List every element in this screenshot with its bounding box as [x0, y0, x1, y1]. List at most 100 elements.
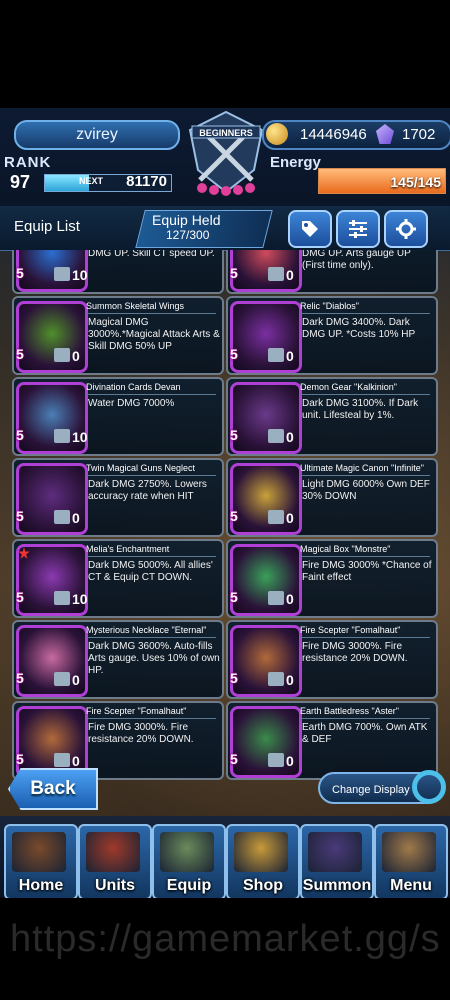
rarity-star: 5 — [230, 427, 238, 443]
equip-held-value: 127/300 — [166, 228, 210, 242]
rarity-star: 5 — [16, 670, 24, 686]
equipment-description: Dark DMG 3400%. Dark DMG UP. *Costs 10% … — [302, 317, 416, 340]
nav-label: Home — [18, 877, 64, 894]
equipment-name: Mysterious Necklace "Eternal" — [86, 625, 216, 638]
item-count: 0 — [286, 672, 294, 688]
nav-menu-button[interactable]: Menu — [374, 824, 448, 898]
status-header: zvirey BEGINNERS 14446946 1702 RANK 97 N… — [0, 108, 450, 218]
equipment-card[interactable]: 5 0 Demon Gear "Kalkinion" Dark DMG 3100%. … — [226, 377, 438, 456]
gem-amount: 1702 — [402, 126, 436, 143]
rarity-star: 5 — [230, 589, 238, 605]
nav-label: Units — [95, 877, 135, 894]
next-label: NEXT — [79, 176, 104, 186]
home-icon — [12, 832, 66, 872]
shop-icon — [234, 832, 288, 872]
currency-box: 14446946 1702 — [262, 120, 450, 150]
material-icon — [268, 267, 284, 281]
equipment-card[interactable]: 5 0 Relic "Diablos" Dark DMG 3400%. Dark DM… — [226, 296, 438, 375]
item-count: 10 — [72, 591, 88, 607]
game-screen: zvirey BEGINNERS 14446946 1702 RANK 97 N… — [0, 108, 450, 898]
equipment-description: Light DMG 6000% Own DEF 30% DOWN — [302, 479, 430, 502]
equipment-description: Dark DMG 3100%. If Dark unit. Lifesteal … — [302, 398, 419, 421]
rarity-star: 5 — [16, 265, 24, 281]
energy-label: Energy — [270, 154, 321, 171]
back-button[interactable]: Back — [8, 768, 98, 810]
gil-coin-icon — [266, 123, 288, 145]
rarity-star: 5 — [16, 427, 24, 443]
item-count: 10 — [72, 267, 88, 283]
material-icon — [268, 510, 284, 524]
material-icon — [54, 429, 70, 443]
equipment-card[interactable]: 5 0 Earth Battledress "Aster" Earth DMG 700… — [226, 701, 438, 780]
item-count: 0 — [286, 429, 294, 445]
settings-button[interactable] — [384, 210, 428, 248]
nav-shop-button[interactable]: Shop — [226, 824, 300, 898]
gear-icon — [396, 219, 416, 239]
material-icon — [54, 510, 70, 524]
filter-button[interactable] — [336, 210, 380, 248]
equipment-card[interactable]: 5 0 Fire Scepter "Fomalhaut" Fire DMG 3000%… — [226, 620, 438, 699]
equip-list-title: Equip List — [14, 218, 80, 235]
rarity-star: 5 — [16, 589, 24, 605]
tag-icon — [302, 221, 318, 237]
refresh-icon — [412, 770, 446, 804]
equipment-name: Melia's Enchantment — [86, 544, 216, 557]
equipment-card[interactable]: 5 10 Melia's Enchantment Dark DMG 5000%. Al… — [12, 539, 224, 618]
material-icon — [268, 591, 284, 605]
watermark-text: https://gamemarket.gg/s — [10, 918, 441, 960]
equipment-description: Fire DMG 3000%. Fire resistance 20% DOWN… — [302, 641, 408, 664]
item-count: 0 — [286, 348, 294, 364]
equipment-name: Twin Magical Guns Neglect — [86, 463, 216, 476]
nav-label: Summon — [302, 877, 372, 894]
nav-label: Shop — [243, 877, 283, 894]
material-icon — [54, 267, 70, 281]
nav-summon-button[interactable]: Summon — [300, 824, 374, 898]
player-name: zvirey — [14, 120, 180, 150]
equipment-card[interactable]: 5 0 Twin Magical Guns Neglect Dark DMG 2750… — [12, 458, 224, 537]
equipment-card[interactable]: 5 10 Divination Cards Devan Water DMG 7000% — [12, 377, 224, 456]
equipment-name: Demon Gear "Kalkinion" — [300, 382, 430, 395]
equipment-description: Water DMG 7000% — [88, 398, 175, 409]
equipment-card[interactable]: 5 0 Summon Skeletal Wings Magical DMG 3000%… — [12, 296, 224, 375]
nav-label: Equip — [166, 877, 212, 894]
item-count: 0 — [286, 267, 294, 283]
item-count: 0 — [72, 672, 80, 688]
energy-value: 145/145 — [390, 174, 441, 190]
gil-amount: 14446946 — [300, 126, 367, 143]
equipment-name: Fire Scepter "Fomalhaut" — [300, 625, 430, 638]
material-icon — [268, 753, 284, 767]
rarity-star: 5 — [230, 508, 238, 524]
nav-home-button[interactable]: Home — [4, 824, 78, 898]
item-count: 10 — [72, 429, 88, 445]
beginners-emblem: BEGINNERS — [188, 110, 264, 196]
equipment-list[interactable]: 510True "Sayaka's Sword"Water DMG 8000%.… — [0, 250, 450, 798]
nav-equip-button[interactable]: Equip — [152, 824, 226, 898]
equip-icon — [160, 832, 214, 872]
change-display-button[interactable]: Change Display — [318, 770, 446, 804]
equipment-name: Divination Cards Devan — [86, 382, 216, 395]
equipment-card[interactable]: 5 0 Mysterious Necklace "Eternal" Dark DMG … — [12, 620, 224, 699]
tag-button[interactable] — [288, 210, 332, 248]
equipment-card[interactable]: 510True "Sayaka's Sword"Water DMG 8000%.… — [12, 250, 224, 294]
rarity-star: 5 — [230, 265, 238, 281]
equipment-description: Earth DMG 700%. Own ATK & DEF — [302, 722, 428, 745]
gem-icon — [376, 124, 394, 144]
equipment-name: Summon Skeletal Wings — [86, 301, 216, 314]
equipment-card[interactable]: 5 0 Magical Box "Monstre" Fire DMG 3000% *C… — [226, 539, 438, 618]
material-icon — [268, 348, 284, 362]
equipment-card[interactable]: 5 0 Ultimate Magic Canon "Infinite" Light D… — [226, 458, 438, 537]
rarity-star: 5 — [16, 508, 24, 524]
item-count: 0 — [286, 753, 294, 769]
rarity-star: 5 — [230, 670, 238, 686]
equipment-description: Dark DMG 3600%. Auto-fills Arts gauge. U… — [88, 641, 220, 676]
nav-label: Menu — [390, 877, 432, 894]
material-icon — [54, 591, 70, 605]
nav-units-button[interactable]: Units — [78, 824, 152, 898]
equipment-description: Dark DMG 2750%. Lowers accuracy rate whe… — [88, 479, 207, 502]
equipment-card[interactable]: 50Mimi's Bunny HeadbandFire DMG 3500%. P… — [226, 250, 438, 294]
filter-icon — [349, 220, 367, 238]
rank-value: 97 — [10, 172, 31, 192]
equipment-name: Fire Scepter "Fomalhaut" — [86, 706, 216, 719]
equipment-name: Relic "Diablos" — [300, 301, 430, 314]
equipment-name: Ultimate Magic Canon "Infinite" — [300, 463, 430, 476]
